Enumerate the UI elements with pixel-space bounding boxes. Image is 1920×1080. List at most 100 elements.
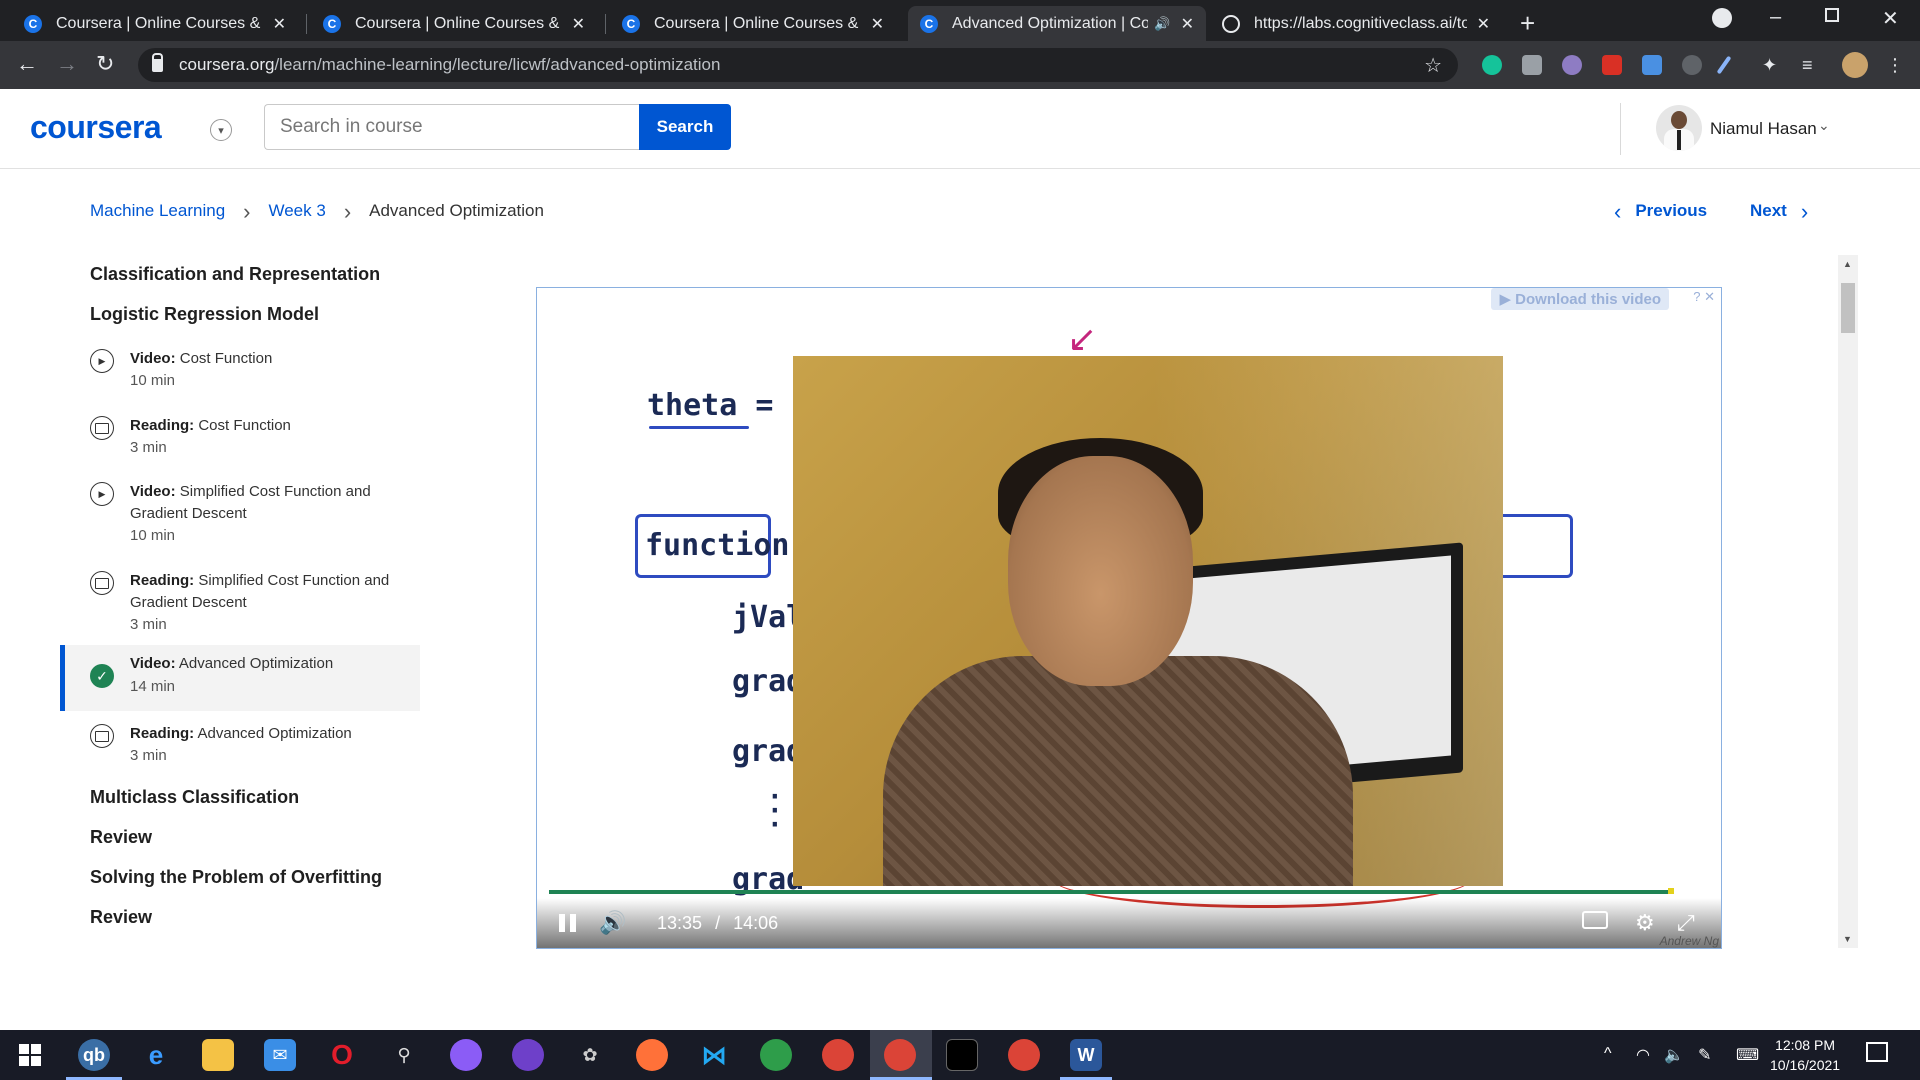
mail-icon[interactable]: ✉ bbox=[264, 1039, 296, 1071]
list-item[interactable]: Reading: Simplified Cost Function and Gr… bbox=[60, 566, 420, 646]
list-item[interactable]: ▶ Video: Simplified Cost Function and Gr… bbox=[60, 477, 420, 557]
search-button[interactable]: Search bbox=[639, 104, 731, 150]
profile-avatar-icon[interactable] bbox=[1842, 52, 1868, 78]
back-arrow-icon[interactable]: ← bbox=[16, 51, 38, 77]
section-title[interactable]: Classification and Representation bbox=[90, 264, 380, 285]
app-earth-icon[interactable] bbox=[760, 1039, 792, 1071]
word-icon[interactable]: W bbox=[1070, 1039, 1102, 1071]
settings-gear-icon[interactable]: ⚙ bbox=[1635, 910, 1655, 936]
reading-list-icon[interactable]: ≡ bbox=[1802, 55, 1822, 75]
extensions-puzzle-icon[interactable]: ✦ bbox=[1762, 55, 1782, 75]
github-desktop-icon[interactable] bbox=[512, 1039, 544, 1071]
camera-extension-icon[interactable] bbox=[1522, 55, 1542, 75]
firefox-icon[interactable] bbox=[636, 1039, 668, 1071]
chevron-down-icon[interactable]: ▾ bbox=[210, 119, 232, 141]
section-title[interactable]: Review bbox=[90, 827, 152, 848]
next-lesson-button[interactable]: Next › bbox=[1750, 200, 1808, 222]
speaker-icon[interactable]: 🔈 bbox=[1664, 1045, 1684, 1065]
captions-icon[interactable] bbox=[1582, 911, 1608, 929]
scroll-down-arrow-icon[interactable]: ▼ bbox=[1843, 934, 1852, 944]
app-satellite-icon[interactable]: ⚲ bbox=[388, 1039, 420, 1071]
video-player[interactable]: theta = ↙ function jVal grad grad · · · gr… bbox=[536, 287, 1722, 949]
section-title[interactable]: Solving the Problem of Overfitting bbox=[90, 867, 382, 888]
section-title[interactable]: Multiclass Classification bbox=[90, 787, 299, 808]
reload-icon[interactable]: ↻ bbox=[96, 51, 114, 77]
notifications-icon[interactable] bbox=[1866, 1042, 1888, 1062]
previous-lesson-button[interactable]: ‹ Previous bbox=[1614, 200, 1707, 222]
browser-toolbar: ← → ↻ coursera.org/learn/machine-learnin… bbox=[0, 41, 1920, 89]
avatar-head bbox=[1671, 111, 1687, 129]
forward-arrow-icon[interactable]: → bbox=[56, 51, 78, 77]
browser-tab-4-active[interactable]: C Advanced Optimization | Coursera 🔊 ✕ bbox=[908, 6, 1206, 41]
tab-close-icon[interactable]: ✕ bbox=[1181, 14, 1194, 34]
video-progress-bar[interactable] bbox=[549, 888, 1711, 894]
wifi-icon[interactable]: ◠ bbox=[1636, 1045, 1650, 1065]
extension-icon[interactable] bbox=[1562, 55, 1582, 75]
terminal-icon[interactable] bbox=[946, 1039, 978, 1071]
breadcrumb-course-link[interactable]: Machine Learning bbox=[90, 201, 225, 221]
vscode-icon[interactable]: ⋈ bbox=[698, 1039, 730, 1071]
video-progress-handle[interactable] bbox=[1668, 888, 1675, 894]
browser-tab-2[interactable]: C Coursera | Online Courses & Credential… bbox=[311, 6, 597, 41]
section-title[interactable]: Logistic Regression Model bbox=[90, 304, 319, 325]
avatar[interactable] bbox=[1656, 105, 1702, 151]
lock-icon[interactable] bbox=[152, 52, 163, 72]
minimize-window-icon[interactable]: – bbox=[1770, 6, 1781, 29]
page-scrollbar[interactable]: ▲ ▼ bbox=[1838, 255, 1858, 948]
tray-expand-icon[interactable]: ^ bbox=[1604, 1045, 1612, 1063]
extension-icon[interactable] bbox=[1682, 55, 1702, 75]
messenger-icon[interactable] bbox=[450, 1039, 482, 1071]
browser-tab-1[interactable]: C Coursera | Online Courses & Credential… bbox=[12, 6, 298, 41]
chrome-profile-icon[interactable] bbox=[1008, 1039, 1040, 1071]
pen-extension-icon[interactable] bbox=[1716, 55, 1732, 75]
app-pinwheel-icon[interactable]: ✿ bbox=[574, 1039, 606, 1071]
tab-close-icon[interactable]: ✕ bbox=[1477, 14, 1490, 34]
tab-close-icon[interactable]: ✕ bbox=[871, 14, 884, 34]
download-close-icon[interactable]: ? ✕ bbox=[1693, 289, 1715, 305]
list-item[interactable]: Reading: Advanced Optimization 3 min bbox=[60, 719, 420, 777]
breadcrumb-week-link[interactable]: Week 3 bbox=[268, 201, 325, 221]
restore-window-icon[interactable] bbox=[1825, 8, 1839, 22]
download-extension-icon[interactable] bbox=[1642, 55, 1662, 75]
close-window-icon[interactable]: ✕ bbox=[1882, 6, 1899, 31]
pause-icon[interactable] bbox=[559, 914, 577, 932]
tab-close-icon[interactable]: ✕ bbox=[572, 14, 585, 34]
file-explorer-icon[interactable] bbox=[202, 1039, 234, 1071]
list-item[interactable]: ▶ Video: Cost Function 10 min bbox=[60, 344, 420, 402]
chrome-icon[interactable] bbox=[822, 1039, 854, 1071]
keyboard-icon[interactable]: ⌨ bbox=[1736, 1045, 1759, 1065]
windows-start-icon[interactable] bbox=[14, 1039, 46, 1071]
scrollbar-thumb[interactable] bbox=[1841, 283, 1855, 333]
slide-ink-underline bbox=[649, 426, 749, 429]
pen-icon[interactable]: ✎ bbox=[1698, 1045, 1711, 1065]
volume-icon[interactable]: 🔊 bbox=[599, 910, 626, 936]
coursera-logo[interactable]: coursera bbox=[30, 109, 162, 146]
address-bar[interactable]: coursera.org/learn/machine-learning/lect… bbox=[138, 48, 1458, 82]
tab-search-icon[interactable] bbox=[1712, 8, 1732, 28]
browser-tab-5[interactable]: · https://labs.cognitiveclass.ai/tools ✕ bbox=[1210, 6, 1502, 41]
course-search-input[interactable] bbox=[264, 104, 640, 150]
app-qb-icon[interactable]: qb bbox=[78, 1039, 110, 1071]
browser-menu-icon[interactable]: ⋮ bbox=[1886, 55, 1906, 75]
browser-tab-3[interactable]: C Coursera | Online Courses & Credential… bbox=[610, 6, 896, 41]
system-clock[interactable]: 12:08 PM 10/16/2021 bbox=[1770, 1035, 1840, 1075]
url-text: coursera.org/learn/machine-learning/lect… bbox=[179, 55, 721, 74]
fullscreen-icon[interactable]: ⤢ bbox=[1677, 910, 1695, 936]
item-title: Video: Advanced Optimization bbox=[130, 655, 334, 672]
new-tab-plus-icon[interactable]: + bbox=[1520, 8, 1535, 39]
grammarly-extension-icon[interactable] bbox=[1482, 55, 1502, 75]
chrome-active-icon[interactable] bbox=[884, 1039, 916, 1071]
download-video-link[interactable]: ▶ Download this video bbox=[1491, 288, 1669, 310]
bookmark-star-icon[interactable]: ☆ bbox=[1424, 53, 1442, 78]
list-item-active[interactable]: ✓ Video: Advanced Optimization 14 min bbox=[60, 645, 420, 711]
tab-close-icon[interactable]: ✕ bbox=[273, 14, 286, 34]
edge-browser-icon[interactable]: e bbox=[140, 1039, 172, 1071]
list-item[interactable]: Reading: Cost Function 3 min bbox=[60, 411, 420, 469]
extension-badge-icon[interactable] bbox=[1602, 55, 1622, 75]
section-title[interactable]: Review bbox=[90, 907, 152, 928]
opera-browser-icon[interactable]: O bbox=[326, 1039, 358, 1071]
tab-audio-speaker-icon[interactable]: 🔊 bbox=[1154, 16, 1170, 32]
user-name[interactable]: Niamul Hasan bbox=[1710, 119, 1817, 139]
chevron-down-icon[interactable]: ⌄ bbox=[1818, 117, 1830, 134]
scroll-up-arrow-icon[interactable]: ▲ bbox=[1843, 259, 1852, 269]
